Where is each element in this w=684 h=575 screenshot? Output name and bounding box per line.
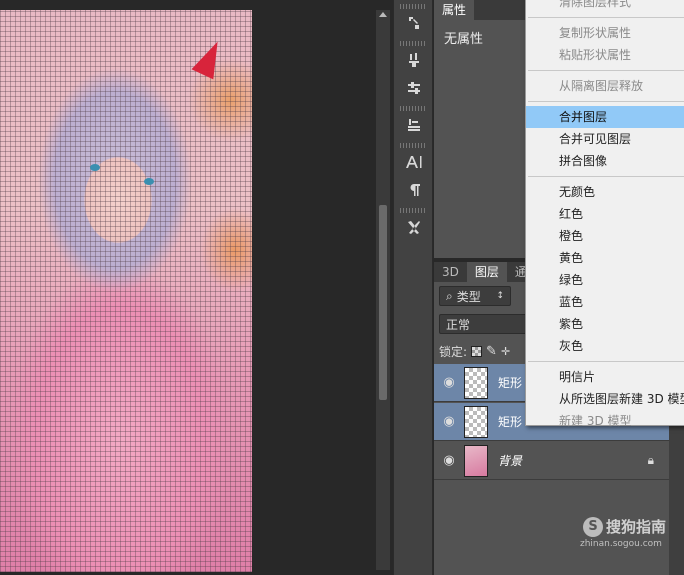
photoshop-window: 属性 无属性 3D 图层 通 ⌕ 类型 ↕ 正常 锁定: ✎ ✛ ◉ 矩形 ◉ … (0, 0, 684, 575)
menu-item[interactable]: 灰色 (526, 335, 684, 357)
tab-properties[interactable]: 属性 (434, 0, 475, 20)
menu-item[interactable]: 无颜色 (526, 181, 684, 203)
menu-separator (528, 17, 684, 18)
layer-filter-select[interactable]: ⌕ 类型 ↕ (439, 286, 511, 306)
watermark-logo: S 搜狗指南 (583, 516, 666, 537)
layer-name[interactable]: 背景 (498, 452, 522, 469)
menu-item[interactable]: 合并图层 (526, 106, 684, 128)
menu-separator (528, 361, 684, 362)
scroll-thumb[interactable] (379, 205, 387, 400)
menu-item[interactable]: 黄色 (526, 247, 684, 269)
clone-source-icon[interactable] (394, 111, 434, 139)
canvas-image[interactable] (0, 10, 252, 572)
menu-item: 粘贴形状属性 (559, 48, 632, 62)
layer-thumbnail (464, 405, 488, 438)
image-eye-left (90, 164, 100, 171)
layer-thumbnail (464, 444, 488, 477)
menu-separator (528, 176, 684, 177)
image-eye-right (144, 178, 154, 185)
menu-item[interactable]: 红色 (526, 203, 684, 225)
layer-filter-label: 类型 (456, 289, 481, 304)
blend-mode-select[interactable]: 正常 (439, 314, 529, 334)
blend-mode-value: 正常 (446, 317, 471, 332)
adjust-icon[interactable] (394, 74, 434, 102)
layer-context-menu: 清除图层样式复制形状属性 粘贴形状属性 从隔离图层释放合并图层 合并可见图层 拼合图像无… (525, 0, 684, 428)
document-canvas[interactable] (0, 0, 376, 575)
tab-3d[interactable]: 3D (434, 262, 467, 282)
visibility-eye-icon[interactable]: ◉ (434, 453, 464, 468)
visibility-eye-icon[interactable]: ◉ (434, 414, 464, 429)
layer-thumbnail (464, 366, 488, 399)
scroll-up-arrow-icon[interactable] (379, 12, 387, 17)
sogou-logo-icon: S (583, 516, 603, 537)
watermark-url: zhinan.sogou.com (580, 539, 662, 549)
menu-item[interactable]: 蓝色 (526, 291, 684, 313)
menu-item[interactable]: 明信片 (526, 366, 684, 388)
menu-item[interactable]: 绿色 (526, 269, 684, 291)
brush-preset-icon[interactable] (394, 46, 434, 74)
watermark: S 搜狗指南 zhinan.sogou.com (580, 516, 666, 549)
history-icon[interactable] (394, 9, 434, 37)
canvas-vertical-scrollbar[interactable] (376, 10, 390, 570)
menu-item[interactable]: 合并可见图层 (526, 128, 684, 150)
lock-label: 锁定: (439, 344, 468, 359)
menu-item[interactable]: 橙色 (526, 225, 684, 247)
tool-preset-icon[interactable] (394, 213, 434, 241)
search-icon: ⌕ (446, 288, 453, 303)
lock-icon: 🔒︎ (647, 453, 654, 467)
character-icon[interactable] (394, 148, 434, 176)
menu-item[interactable]: 紫色 (526, 313, 684, 335)
layer-name[interactable]: 矩形 (498, 374, 522, 391)
paragraph-icon[interactable] (394, 176, 434, 204)
menu-item: 清除图层样式 (559, 0, 632, 9)
visibility-eye-icon[interactable]: ◉ (434, 375, 464, 390)
lock-image-pixels-icon[interactable]: ✎ (486, 344, 497, 359)
menu-item[interactable]: 从所选图层新建 3D 模型 (526, 388, 684, 410)
updown-arrow-icon: ↕ (496, 291, 504, 301)
panel-icon-strip (393, 0, 433, 575)
menu-item: 新建 3D 模型 (559, 414, 632, 428)
menu-separator (528, 101, 684, 102)
layer-row[interactable]: ◉ 背景 🔒︎ (434, 442, 670, 480)
watermark-brand: 搜狗指南 (606, 518, 667, 536)
menu-item: 从隔离图层释放 (559, 79, 644, 93)
tab-layers[interactable]: 图层 (466, 262, 507, 282)
image-red-ear (191, 36, 229, 80)
menu-separator (528, 70, 684, 71)
menu-item[interactable]: 拼合图像 (526, 150, 684, 172)
lock-transparent-pixels-icon[interactable] (471, 345, 483, 357)
lock-position-icon[interactable]: ✛ (501, 345, 510, 358)
menu-item: 复制形状属性 (559, 26, 632, 40)
